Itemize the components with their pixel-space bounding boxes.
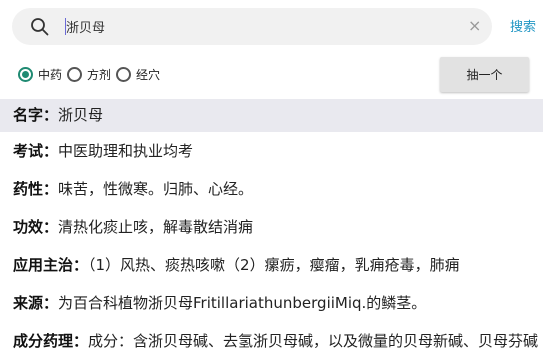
detail-row-exam: 考试：中医助理和执业均考 [0, 135, 543, 168]
detail-value: 成分：含浙贝母碱、去氢浙贝母碱，以及微量的贝母新碱、贝母芬碱 [88, 332, 539, 350]
detail-value: （1）风热、痰热咳嗽（2）瘰疬，瘿瘤，乳痈疮毒，肺痈 [88, 256, 460, 274]
radio-label: 经穴 [136, 67, 161, 82]
detail-value: 为百合科植物浙贝母FritillariathunbergiiMiq.的鳞茎。 [58, 294, 427, 312]
detail-value: 中医助理和执业均考 [58, 142, 194, 160]
detail-label: 成分药理： [13, 332, 89, 350]
detail-value: 味苦，性微寒。归肺、心经。 [58, 180, 254, 198]
radio-formula[interactable]: 方剂 [67, 66, 111, 83]
close-icon[interactable]: × [468, 15, 481, 37]
text-cursor [65, 18, 66, 35]
radio-button-icon[interactable] [18, 66, 33, 82]
radio-label: 中药 [38, 67, 63, 82]
detail-label: 药性： [13, 180, 59, 198]
detail-row-source: 来源：为百合科植物浙贝母FritillariathunbergiiMiq.的鳞茎… [0, 287, 543, 320]
category-radio-group: 中药 方剂 经穴 [18, 64, 165, 84]
random-pick-button[interactable]: 抽一个 [440, 57, 529, 92]
search-icon[interactable] [30, 17, 50, 37]
detail-label: 考试： [13, 142, 59, 160]
detail-row-pharmacology: 成分药理：成分：含浙贝母碱、去氢浙贝母碱，以及微量的贝母新碱、贝母芬碱 [0, 325, 543, 358]
detail-label: 来源： [13, 294, 59, 312]
detail-label: 应用主治： [13, 256, 89, 274]
search-button[interactable]: 搜索 [510, 19, 536, 37]
search-bar: × [12, 8, 492, 45]
radio-herb[interactable]: 中药 [18, 66, 62, 83]
detail-label: 名字： [13, 106, 59, 124]
search-input[interactable] [66, 17, 446, 36]
detail-row-name: 名字：浙贝母 [0, 99, 543, 132]
radio-acupoint[interactable]: 经穴 [116, 66, 160, 83]
radio-label: 方剂 [87, 67, 112, 82]
radio-button-icon[interactable] [116, 66, 132, 82]
detail-row-efficacy: 功效：清热化痰止咳，解毒散结消痈 [0, 211, 543, 244]
detail-row-indications: 应用主治：（1）风热、痰热咳嗽（2）瘰疬，瘿瘤，乳痈疮毒，肺痈 [0, 249, 543, 282]
detail-value: 清热化痰止咳，解毒散结消痈 [58, 218, 254, 236]
detail-label: 功效： [13, 218, 59, 236]
radio-button-icon[interactable] [67, 66, 83, 82]
detail-value: 浙贝母 [58, 106, 104, 124]
detail-row-property: 药性：味苦，性微寒。归肺、心经。 [0, 173, 543, 206]
